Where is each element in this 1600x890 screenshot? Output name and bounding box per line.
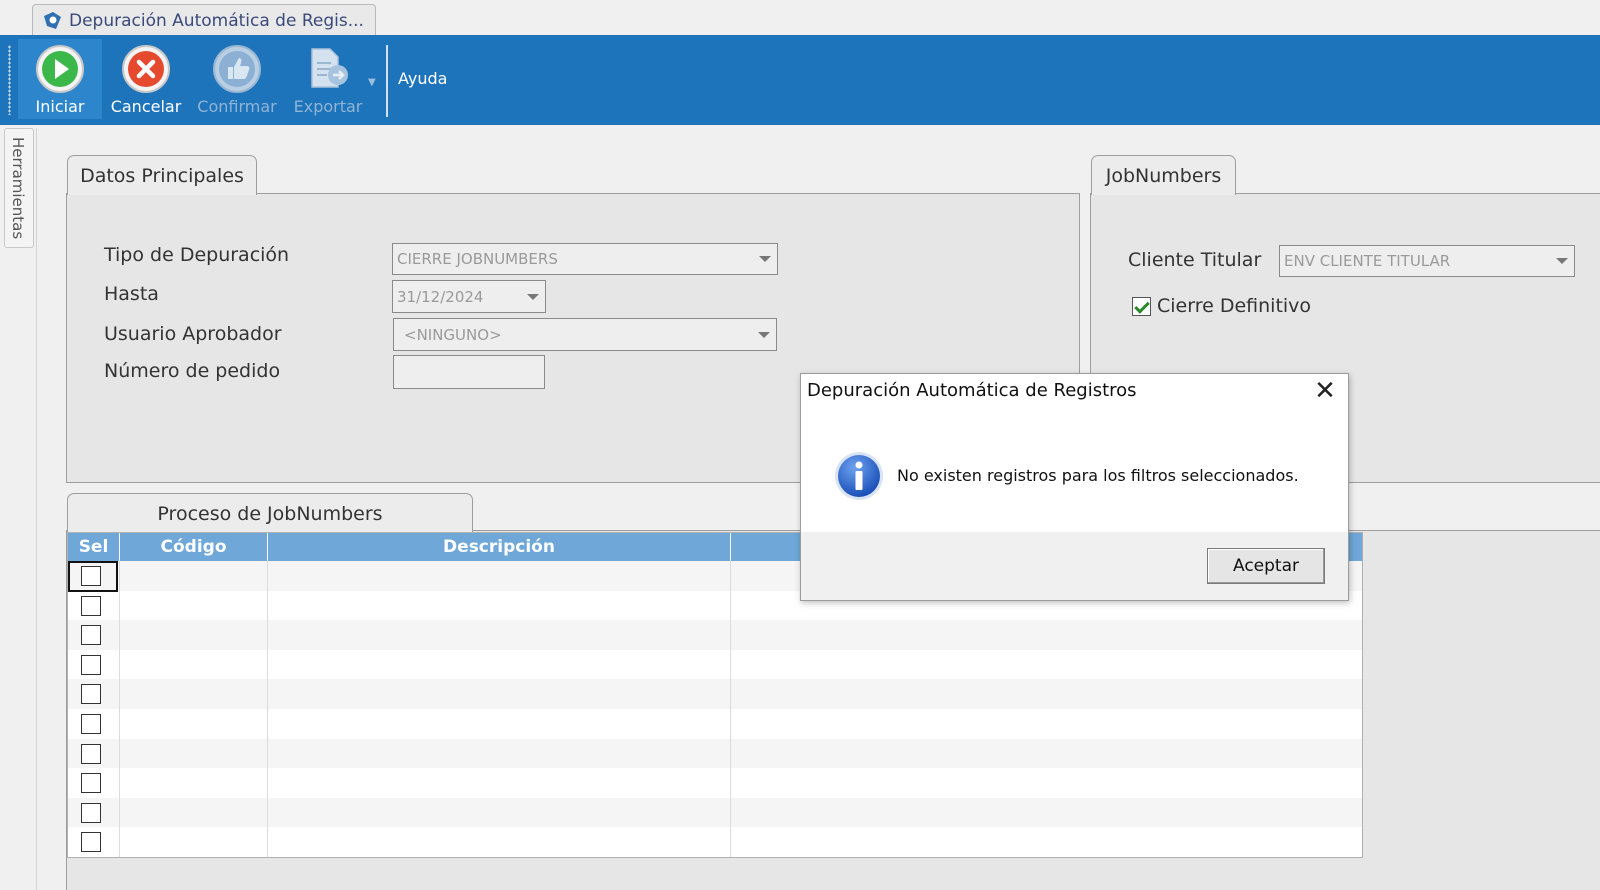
chevron-down-icon xyxy=(1556,258,1568,264)
document-tab[interactable]: Depuración Automática de Regis... xyxy=(32,4,376,36)
exportar-button[interactable]: Exportar xyxy=(286,39,370,119)
usuario-aprobador-value: <NINGUNO> xyxy=(404,325,502,344)
jobnumbers-title: JobNumbers xyxy=(1105,164,1222,187)
herramientas-side-tab[interactable]: Herramientas xyxy=(4,128,34,248)
side-divider xyxy=(36,128,37,890)
chevron-down-icon xyxy=(527,293,539,300)
dialog-message: No existen registros para los filtros se… xyxy=(897,466,1299,485)
column-header-codigo[interactable]: Código xyxy=(120,533,268,561)
table-row[interactable] xyxy=(68,827,1362,857)
cierre-definitivo-checkbox[interactable] xyxy=(1132,297,1151,316)
document-tab-title: Depuración Automática de Regis... xyxy=(69,10,364,31)
iniciar-label: Iniciar xyxy=(35,97,85,116)
datos-principales-tab[interactable]: Datos Principales xyxy=(67,155,257,195)
proceso-tab[interactable]: Proceso de JobNumbers xyxy=(67,493,473,533)
table-row[interactable] xyxy=(68,650,1362,680)
iniciar-button[interactable]: Iniciar xyxy=(18,39,102,119)
hasta-date-picker[interactable]: 31/12/2024 xyxy=(392,280,546,313)
table-row[interactable] xyxy=(68,620,1362,650)
tipo-depuracion-value: CIERRE JOBNUMBERS xyxy=(397,250,558,268)
chevron-down-icon xyxy=(759,256,771,262)
numero-pedido-label: Número de pedido xyxy=(104,360,281,382)
column-header-sel-label: Sel xyxy=(78,537,109,557)
row-select-checkbox[interactable] xyxy=(81,802,101,823)
table-row[interactable] xyxy=(68,738,1362,769)
column-divider xyxy=(119,561,120,857)
column-divider xyxy=(267,561,268,857)
focused-cell xyxy=(68,561,118,592)
column-header-descripcion-label: Descripción xyxy=(443,537,555,557)
table-row[interactable] xyxy=(68,679,1362,709)
row-select-checkbox[interactable] xyxy=(81,743,101,764)
datos-principales-title: Datos Principales xyxy=(80,164,244,187)
usuario-aprobador-select[interactable]: <NINGUNO> xyxy=(393,318,777,351)
close-icon[interactable]: ✕ xyxy=(1310,376,1340,406)
row-select-checkbox[interactable] xyxy=(81,654,101,675)
confirmar-label: Confirmar xyxy=(197,97,277,116)
app-icon xyxy=(44,11,61,29)
proceso-title: Proceso de JobNumbers xyxy=(157,502,383,525)
row-select-checkbox[interactable] xyxy=(81,832,101,853)
column-header-sel[interactable]: Sel xyxy=(68,533,120,561)
tipo-depuracion-select[interactable]: CIERRE JOBNUMBERS xyxy=(392,243,778,275)
row-select-checkbox[interactable] xyxy=(81,773,101,794)
row-select-checkbox[interactable] xyxy=(81,595,101,616)
column-header-codigo-label: Código xyxy=(160,537,227,557)
dialog-title: Depuración Automática de Registros xyxy=(807,380,1137,401)
table-row[interactable] xyxy=(68,797,1362,828)
play-icon xyxy=(36,45,84,93)
exportar-dropdown-arrow-icon[interactable]: ▼ xyxy=(368,77,376,88)
chevron-down-icon xyxy=(758,331,770,338)
column-divider xyxy=(730,561,731,857)
toolbar-separator xyxy=(386,45,388,117)
cliente-titular-label: Cliente Titular xyxy=(1128,249,1262,271)
herramientas-label: Herramientas xyxy=(9,137,27,240)
hasta-value: 31/12/2024 xyxy=(397,287,484,306)
jobnumbers-tab[interactable]: JobNumbers xyxy=(1091,155,1236,195)
info-icon xyxy=(835,452,883,500)
row-select-checkbox[interactable] xyxy=(81,625,101,646)
table-row[interactable] xyxy=(68,768,1362,798)
cancelar-label: Cancelar xyxy=(110,97,182,116)
thumbs-up-icon xyxy=(213,45,261,93)
confirmar-button[interactable]: Confirmar xyxy=(190,39,284,119)
dialog-footer: Aceptar xyxy=(801,532,1348,600)
column-header-descripcion[interactable]: Descripción xyxy=(268,533,731,561)
tipo-depuracion-label: Tipo de Depuración xyxy=(104,244,290,266)
numero-pedido-input[interactable] xyxy=(393,355,545,389)
hasta-label: Hasta xyxy=(104,283,159,305)
ayuda-menu[interactable]: Ayuda xyxy=(398,69,447,88)
cierre-definitivo-label: Cierre Definitivo xyxy=(1157,295,1312,317)
cancel-icon xyxy=(122,45,170,93)
aceptar-label: Aceptar xyxy=(1233,556,1299,576)
table-row[interactable] xyxy=(68,709,1362,739)
cancelar-button[interactable]: Cancelar xyxy=(104,39,188,119)
toolbar-grip[interactable] xyxy=(8,45,11,115)
exportar-label: Exportar xyxy=(293,97,363,116)
export-icon xyxy=(311,48,348,88)
aceptar-button[interactable]: Aceptar xyxy=(1207,548,1325,584)
message-dialog: Depuración Automática de Registros ✕ No … xyxy=(800,373,1349,601)
usuario-aprobador-label: Usuario Aprobador xyxy=(104,323,282,345)
cliente-titular-select[interactable]: ENV CLIENTE TITULAR xyxy=(1279,245,1575,277)
row-select-checkbox[interactable] xyxy=(81,684,101,705)
row-select-checkbox[interactable] xyxy=(81,714,101,734)
cliente-titular-value: ENV CLIENTE TITULAR xyxy=(1284,252,1451,270)
toolbar: Iniciar Cancelar Confirmar Exportar ▼ Ay… xyxy=(0,35,1600,125)
